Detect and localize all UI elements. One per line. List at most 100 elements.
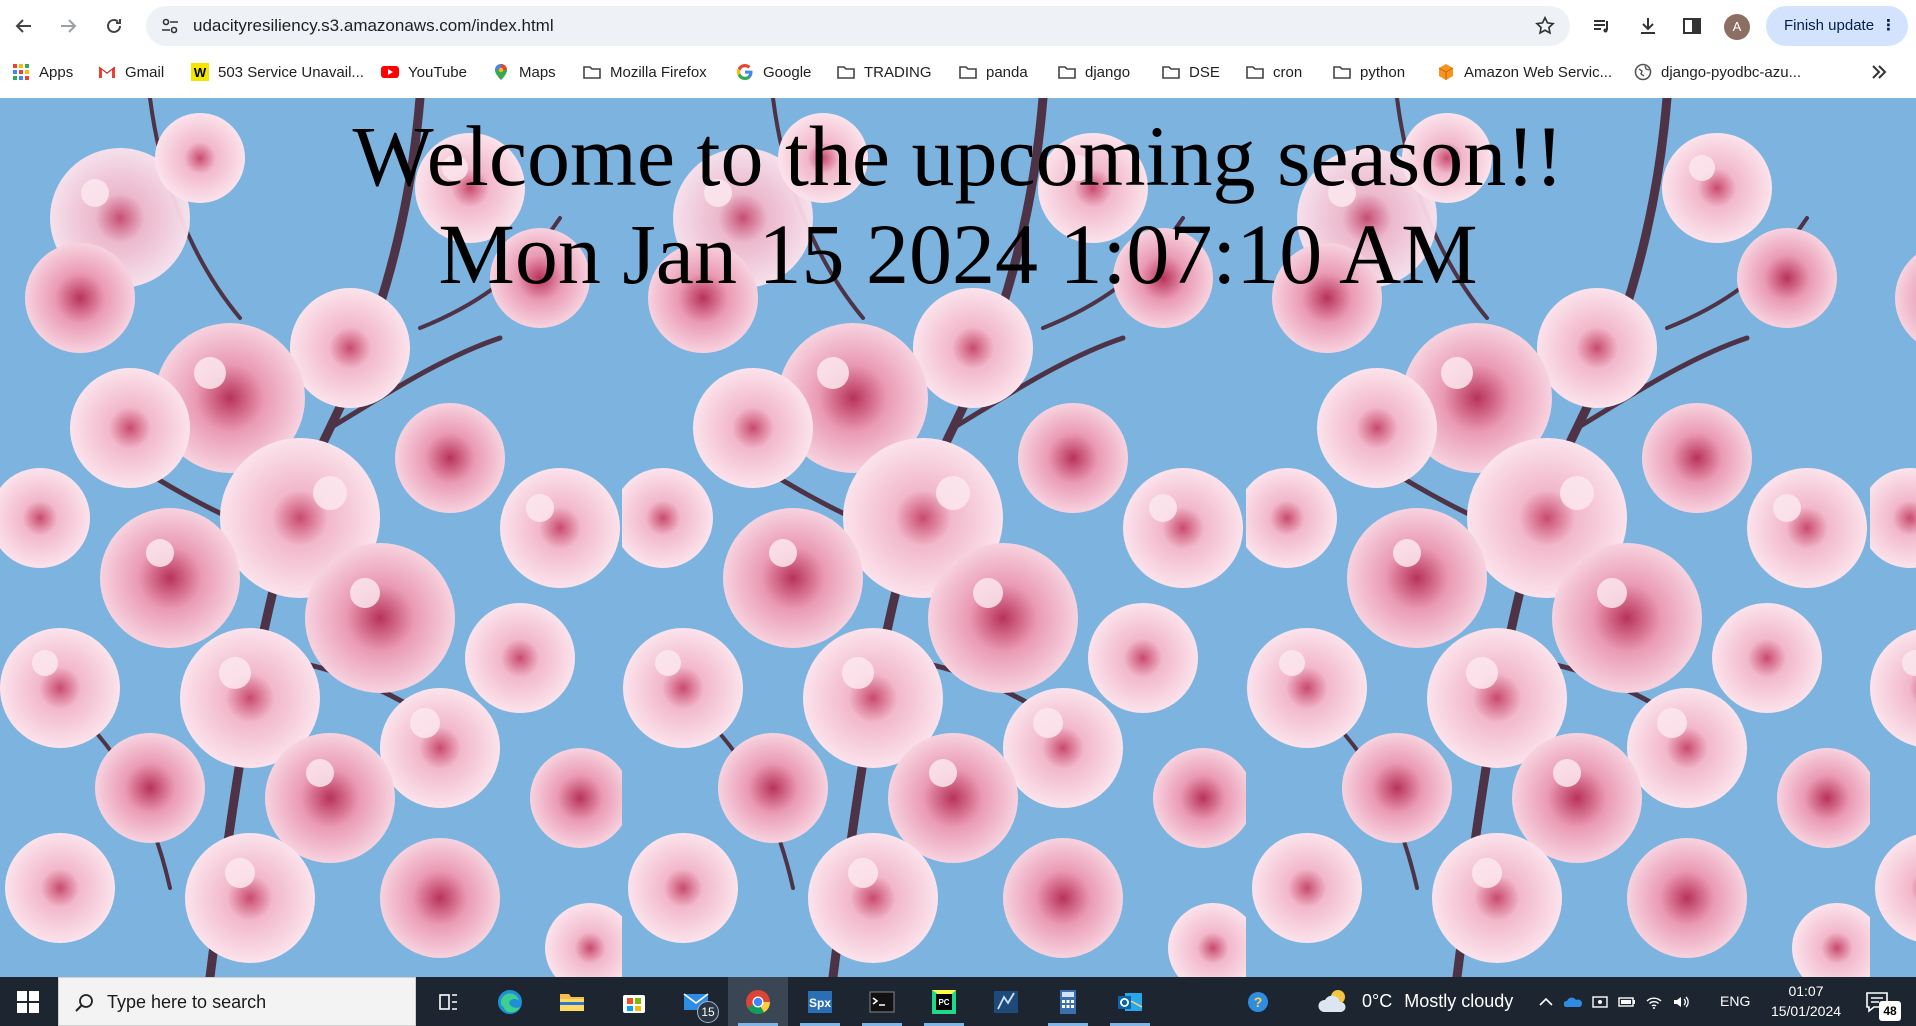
profile-avatar[interactable]: A xyxy=(1724,14,1750,40)
taskbar-sql-tool[interactable] xyxy=(976,977,1036,1026)
taskbar-terminal[interactable] xyxy=(852,977,912,1026)
task-view-icon xyxy=(439,993,457,1010)
taskbar-outlook[interactable] xyxy=(1100,977,1160,1026)
folder-icon xyxy=(1333,63,1351,81)
page-heading: Welcome to the upcoming season!! xyxy=(352,108,1564,204)
url-text[interactable]: udacityresiliency.s3.amazonaws.com/index… xyxy=(193,6,554,46)
bookmark-503[interactable]: W 503 Service Unavail... xyxy=(191,52,364,92)
calculator-icon xyxy=(1060,989,1076,1014)
bookmark-label: Gmail xyxy=(125,63,165,81)
search-placeholder: Type here to search xyxy=(107,992,267,1012)
weather-condition: Mostly cloudy xyxy=(1404,991,1514,1011)
bookmark-folder-trading[interactable]: TRADING xyxy=(837,52,932,92)
finish-update-button[interactable]: Finish update ⋮ xyxy=(1766,6,1908,46)
folder-icon xyxy=(959,63,977,81)
bookmark-label: YouTube xyxy=(408,63,467,81)
meet-now-icon[interactable] xyxy=(1589,991,1611,1013)
folder-icon xyxy=(1058,63,1076,81)
weather-temp: 0°C xyxy=(1362,991,1393,1011)
chevron-up-icon[interactable] xyxy=(1535,991,1557,1013)
volume-icon[interactable] xyxy=(1670,991,1692,1013)
bookmark-folder-cron[interactable]: cron xyxy=(1246,52,1302,92)
wifi-icon[interactable] xyxy=(1643,991,1665,1013)
bookmark-label: TRADING xyxy=(864,63,932,81)
edge-icon xyxy=(498,989,522,1014)
bookmark-django-pyodbc[interactable]: django-pyodbc-azu... xyxy=(1634,52,1801,92)
address-bar[interactable]: udacityresiliency.s3.amazonaws.com/index… xyxy=(146,6,1570,46)
search-icon xyxy=(75,994,93,1012)
bookmark-gmail[interactable]: Gmail xyxy=(98,52,164,92)
folder-explorer-icon xyxy=(560,993,584,1011)
mail-badge: 15 xyxy=(697,1001,719,1023)
svg-text:PC: PC xyxy=(938,998,949,1007)
reload-icon xyxy=(107,18,121,33)
bookmark-label: Apps xyxy=(39,63,74,81)
bookmark-label: django xyxy=(1085,63,1131,81)
reload-button[interactable] xyxy=(98,10,130,42)
windows-logo-icon xyxy=(17,990,39,1013)
language-indicator[interactable]: ENG xyxy=(1720,977,1750,1026)
taskbar-mail[interactable]: 15 xyxy=(666,977,726,1026)
folder-icon xyxy=(583,63,601,81)
folder-icon xyxy=(837,63,855,81)
playlist-icon xyxy=(1594,20,1608,33)
taskbar-edge[interactable] xyxy=(480,977,540,1026)
site-info-icon[interactable] xyxy=(160,16,180,36)
taskbar-spyder[interactable]: Spx xyxy=(790,977,850,1026)
bookmarks-bar: Apps Gmail W 503 Service Unavail... YouT… xyxy=(0,52,1916,98)
finish-update-label: Finish update xyxy=(1784,17,1875,34)
task-view-button[interactable] xyxy=(418,977,478,1026)
bookmarks-overflow-icon[interactable] xyxy=(1868,61,1890,83)
forward-arrow-icon xyxy=(61,19,77,33)
bookmark-maps[interactable]: Maps xyxy=(492,52,556,92)
taskbar-clock[interactable]: 01:07 15/01/2024 xyxy=(1766,981,1846,1021)
bookmark-apps[interactable]: Apps xyxy=(12,52,73,92)
bookmark-label: 503 Service Unavail... xyxy=(218,63,364,81)
bookmark-folder-mozilla[interactable]: Mozilla Firefox xyxy=(583,52,707,92)
bookmark-star-icon[interactable] xyxy=(1534,15,1556,37)
bookmark-youtube[interactable]: YouTube xyxy=(381,52,467,92)
taskbar-file-explorer[interactable] xyxy=(542,977,602,1026)
bookmark-label: DSE xyxy=(1189,63,1220,81)
side-panel-button[interactable] xyxy=(1676,10,1708,42)
w-site-icon: W xyxy=(191,63,209,81)
terminal-icon xyxy=(869,991,895,1012)
bookmark-label: panda xyxy=(986,63,1028,81)
windows-taskbar: Type here to search 15 Spx PC ? 0°C Most… xyxy=(0,977,1916,1026)
bookmark-folder-python[interactable]: python xyxy=(1333,52,1405,92)
bookmark-label: Google xyxy=(763,63,812,81)
forward-button[interactable] xyxy=(52,10,84,42)
bookmark-folder-panda[interactable]: panda xyxy=(959,52,1028,92)
bookmark-label: django-pyodbc-azu... xyxy=(1661,63,1802,81)
bookmark-label: cron xyxy=(1273,63,1303,81)
bookmark-label: Maps xyxy=(519,63,556,81)
side-panel-icon xyxy=(1683,18,1701,34)
help-tray-button[interactable]: ? xyxy=(1228,977,1288,1026)
media-control-button[interactable] xyxy=(1586,10,1618,42)
download-icon xyxy=(1641,18,1655,34)
bookmark-folder-django[interactable]: django xyxy=(1058,52,1130,92)
bookmark-aws[interactable]: Amazon Web Servic... xyxy=(1437,52,1612,92)
google-icon xyxy=(736,63,754,81)
battery-icon[interactable] xyxy=(1616,991,1638,1013)
notification-count-badge: 48 xyxy=(1879,1001,1901,1021)
spx-app-icon: Spx xyxy=(808,990,832,1013)
help-icon: ? xyxy=(1248,991,1268,1012)
taskbar-calculator[interactable] xyxy=(1038,977,1098,1026)
taskbar-pycharm[interactable]: PC xyxy=(914,977,974,1026)
pycharm-icon: PC xyxy=(932,989,956,1014)
clock-date: 15/01/2024 xyxy=(1770,1003,1842,1019)
bookmark-google[interactable]: Google xyxy=(736,52,811,92)
bookmark-folder-dse[interactable]: DSE xyxy=(1162,52,1220,92)
back-button[interactable] xyxy=(8,10,40,42)
web-page-content: Welcome to the upcoming season!! Mon Jan… xyxy=(0,98,1916,977)
apps-grid-icon xyxy=(12,63,30,81)
weather-widget[interactable]: 0°C Mostly cloudy xyxy=(1316,977,1513,1026)
start-button[interactable] xyxy=(0,977,56,1026)
taskbar-search-input[interactable]: Type here to search xyxy=(58,977,416,1026)
taskbar-store[interactable] xyxy=(604,977,664,1026)
chrome-icon xyxy=(746,989,770,1014)
onedrive-icon[interactable] xyxy=(1562,991,1584,1013)
downloads-button[interactable] xyxy=(1632,10,1664,42)
taskbar-chrome[interactable] xyxy=(728,977,788,1026)
